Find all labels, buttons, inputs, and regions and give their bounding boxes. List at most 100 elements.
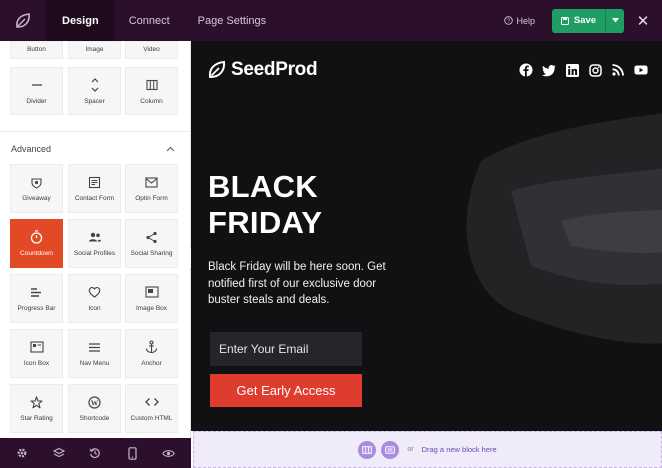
block-button[interactable]: Button <box>10 41 63 59</box>
block-anchor[interactable]: Anchor <box>125 329 178 378</box>
svg-text:W: W <box>91 398 99 407</box>
block-label: Contact Form <box>74 195 115 202</box>
block-giveaway[interactable]: Giveaway <box>10 164 63 213</box>
block-optin-form[interactable]: Optin Form <box>125 164 178 213</box>
block-label: Spacer <box>84 97 105 105</box>
block-divider[interactable]: Divider <box>10 67 63 115</box>
block-label: Column <box>140 97 163 105</box>
block-label: Giveaway <box>22 195 51 202</box>
chevron-up-icon <box>166 146 175 152</box>
block-label: Social Profiles <box>73 250 116 257</box>
block-label: Anchor <box>141 360 162 367</box>
section-advanced-header[interactable]: Advanced <box>0 131 190 166</box>
subtext: Black Friday will be here soon. Get noti… <box>208 261 386 306</box>
star-icon <box>30 395 44 409</box>
wordpress-icon: W <box>88 395 102 409</box>
block-icon[interactable]: Icon <box>68 274 121 323</box>
history-icon[interactable] <box>88 446 102 460</box>
save-options-dropdown[interactable] <box>605 8 624 33</box>
drop-zone[interactable]: or Drag a new block here <box>193 431 662 468</box>
block-countdown[interactable]: Countdown <box>10 219 63 268</box>
block-nav-menu[interactable]: Nav Menu <box>68 329 121 378</box>
anchor-icon <box>145 340 159 354</box>
drag-block-hint: Drag a new block here <box>421 445 497 454</box>
block-label: Countdown <box>20 250 53 257</box>
users-icon <box>88 230 102 244</box>
block-label: Shortcode <box>79 415 110 422</box>
tab-page-settings[interactable]: Page Settings <box>184 0 281 41</box>
code-icon <box>144 395 159 409</box>
block-spacer[interactable]: Spacer <box>68 67 121 115</box>
block-social-profiles[interactable]: Social Profiles <box>68 219 121 268</box>
email-input[interactable] <box>210 332 362 366</box>
help-link[interactable]: ? Help <box>504 16 535 26</box>
help-label: Help <box>516 15 535 26</box>
instagram-icon[interactable] <box>588 63 602 77</box>
rss-icon[interactable] <box>611 63 625 77</box>
save-icon <box>560 16 569 25</box>
top-bar: Design Connect Page Settings ? Help Save… <box>0 0 662 41</box>
preview-eye-icon[interactable] <box>162 446 176 460</box>
brand-name: SeedProd <box>231 59 318 80</box>
block-label: Button <box>27 46 46 53</box>
block-list-icon <box>385 445 396 454</box>
section-title: Advanced <box>11 144 52 154</box>
block-label: Progress Bar <box>17 305 56 312</box>
block-label: Icon Box <box>23 360 50 367</box>
divider-icon <box>30 78 44 92</box>
block-label: Custom HTML <box>130 415 173 422</box>
linkedin-icon[interactable] <box>565 63 579 77</box>
giveaway-icon <box>30 175 44 189</box>
help-icon: ? <box>504 16 514 25</box>
block-progress-bar[interactable]: Progress Bar <box>10 274 63 323</box>
add-block-button[interactable] <box>381 440 400 459</box>
block-label: Video <box>143 46 160 53</box>
block-image-box[interactable]: Image Box <box>125 274 178 323</box>
social-icons <box>519 63 648 77</box>
contact-form-icon <box>88 175 102 189</box>
bottom-toolbar <box>0 438 191 468</box>
block-social-sharing[interactable]: Social Sharing <box>125 219 178 268</box>
layers-icon[interactable] <box>52 446 66 460</box>
block-video[interactable]: Video <box>125 41 178 59</box>
mobile-icon[interactable] <box>125 446 139 460</box>
block-label: Star Rating <box>20 415 53 422</box>
facebook-icon[interactable] <box>519 63 533 77</box>
twitter-icon[interactable] <box>542 63 556 77</box>
envelope-icon <box>145 175 159 189</box>
headline: BLACK FRIDAY <box>208 169 428 241</box>
page-preview-canvas: SeedProd BLACK FRIDAY Black Friday will … <box>191 41 662 431</box>
spacer-icon <box>88 77 102 92</box>
seedprod-logo-icon[interactable] <box>0 0 46 41</box>
brush-stroke-background <box>466 113 662 344</box>
block-label: Optin Form <box>135 195 168 202</box>
block-star-rating[interactable]: Star Rating <box>10 384 63 433</box>
stopwatch-icon <box>30 230 44 244</box>
columns-icon <box>362 445 373 454</box>
block-icon-box[interactable]: Icon Box <box>10 329 63 378</box>
tab-connect[interactable]: Connect <box>115 0 184 41</box>
blocks-sidebar: Button Image Video Divider Spacer Column… <box>0 41 191 438</box>
block-custom-html[interactable]: Custom HTML <box>125 384 178 433</box>
save-button[interactable]: Save <box>552 15 605 26</box>
youtube-icon[interactable] <box>634 63 648 77</box>
tab-design[interactable]: Design <box>46 0 115 41</box>
brand-logo: SeedProd <box>207 59 318 81</box>
block-column[interactable]: Column <box>125 67 178 115</box>
close-button[interactable]: ✕ <box>624 12 662 30</box>
get-early-access-button[interactable]: Get Early Access <box>210 374 362 407</box>
block-image[interactable]: Image <box>68 41 121 59</box>
block-label: Image <box>85 46 104 53</box>
block-shortcode[interactable]: W Shortcode <box>68 384 121 433</box>
block-label: Divider <box>26 97 47 105</box>
save-button-group: Save <box>552 8 624 33</box>
settings-icon[interactable] <box>15 446 29 460</box>
share-icon <box>145 230 159 244</box>
block-contact-form[interactable]: Contact Form <box>68 164 121 213</box>
chevron-down-icon <box>611 18 619 23</box>
headline-line-1: BLACK <box>208 169 318 204</box>
icon-box-icon <box>29 340 44 354</box>
add-section-button[interactable] <box>358 440 377 459</box>
menu-icon <box>88 340 102 354</box>
progress-bar-icon <box>30 285 44 299</box>
